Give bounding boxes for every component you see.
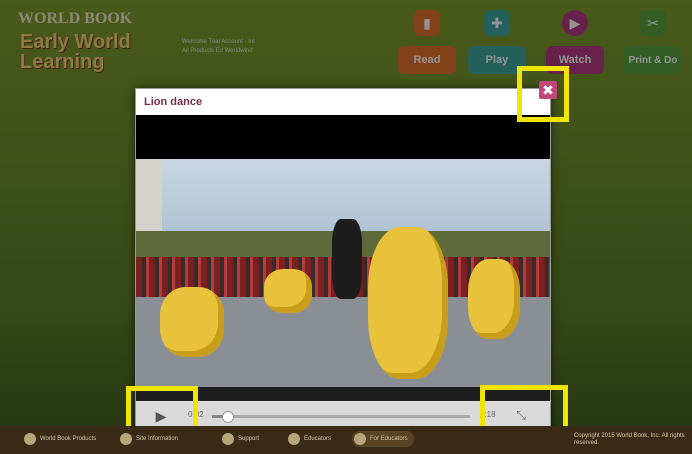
footer-item-educators[interactable]: Educators — [288, 433, 331, 445]
modal-title: Lion dance — [144, 96, 203, 108]
for-educators-icon — [354, 433, 366, 445]
video-frame[interactable] — [136, 159, 550, 387]
world-book-icon — [24, 433, 36, 445]
footer-item-products[interactable]: World Book Products — [24, 433, 96, 445]
footer: World Book Products Site Information Sup… — [0, 426, 692, 454]
highlight-close — [517, 66, 569, 122]
video-modal: Lion dance ✖ ▶ 0:02 0:18 ⤡ — [135, 81, 557, 436]
footer-item-for-educators[interactable]: For Educators — [352, 431, 414, 447]
footer-item-site-info[interactable]: Site Information — [120, 433, 178, 445]
educators-icon — [288, 433, 300, 445]
info-icon — [120, 433, 132, 445]
video-letterbox — [136, 115, 550, 159]
footer-item-support[interactable]: Support — [222, 433, 259, 445]
seek-thumb[interactable] — [222, 411, 235, 423]
modal-title-bar: Lion dance — [136, 89, 550, 115]
seek-bar[interactable] — [212, 411, 470, 423]
support-icon — [222, 433, 234, 445]
footer-copyright: Copyright 2015 World Book, Inc. All righ… — [574, 433, 685, 446]
